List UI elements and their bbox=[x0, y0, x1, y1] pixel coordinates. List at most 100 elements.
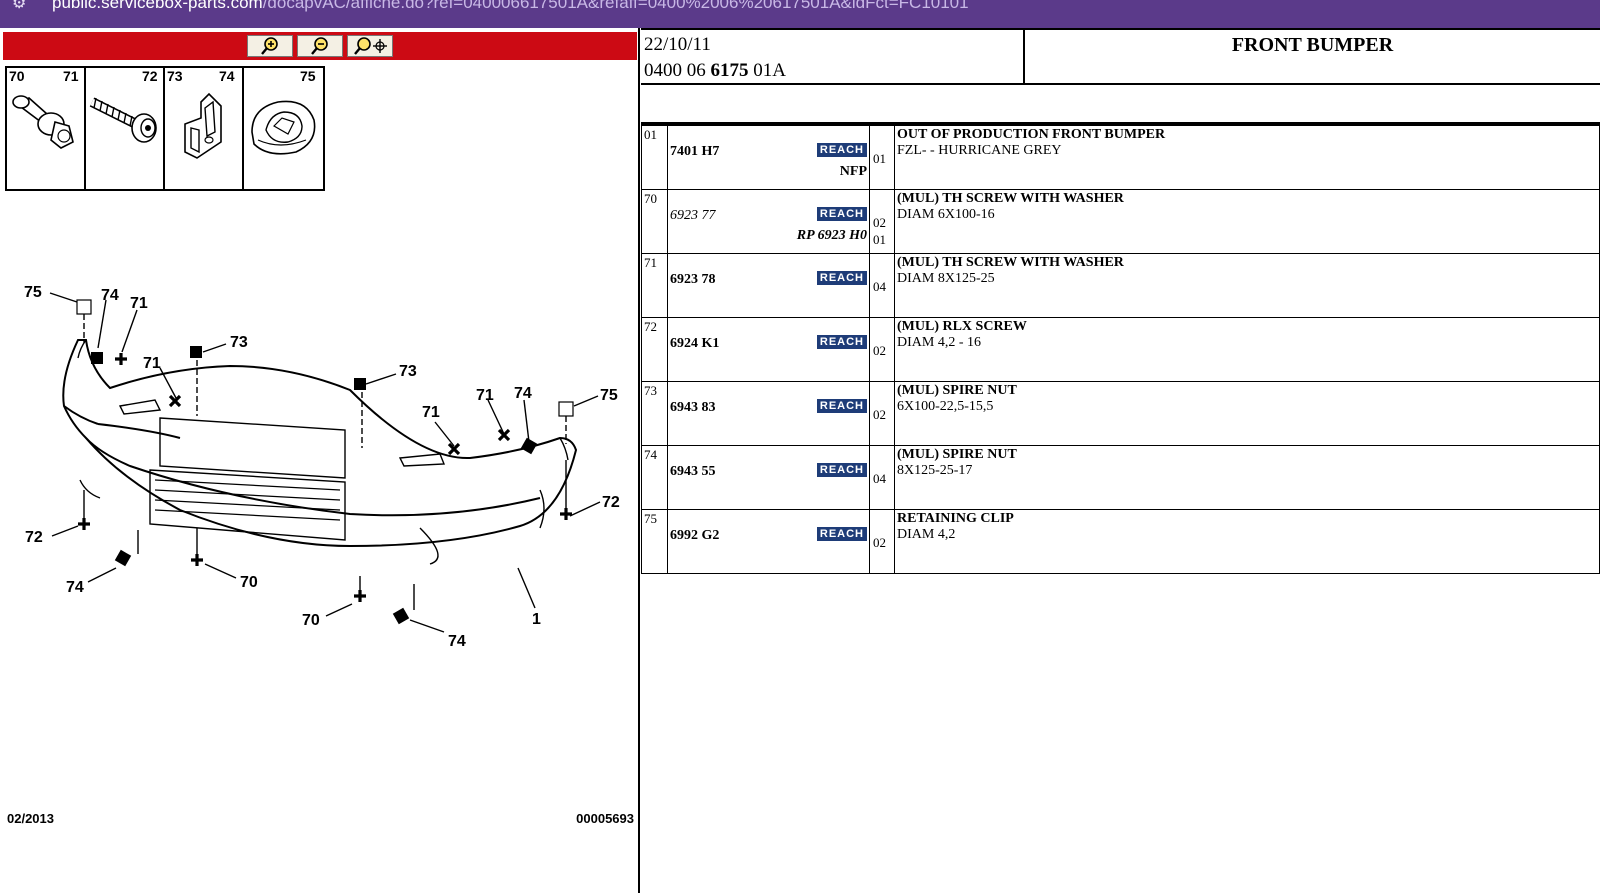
part-detail: DIAM 4,2 bbox=[897, 527, 956, 542]
callout-75: 75 bbox=[600, 387, 618, 404]
diagram-panel: 70 71 72 73 74 75 75 74 71 71 73 73 71 7… bbox=[0, 28, 640, 893]
retaining-clip-icon bbox=[251, 100, 316, 155]
zoom-in-icon bbox=[261, 37, 278, 55]
description-cell: RETAINING CLIP DIAM 4,2 bbox=[894, 509, 1600, 574]
thumb-label: 75 bbox=[300, 68, 316, 84]
quantity: 04 bbox=[873, 279, 886, 294]
table-row[interactable]: 70 6923 77 REACH RP 6923 H0 02 01 (MUL) TH SCR… bbox=[641, 189, 1600, 254]
part-description: OUT OF PRODUCTION FRONT BUMPER bbox=[897, 127, 1166, 142]
part-detail: DIAM 4,2 - 16 bbox=[897, 335, 981, 350]
part-reference-cell: 6943 55 REACH bbox=[667, 445, 870, 510]
catalog-date: 22/10/11 bbox=[644, 34, 711, 55]
quantity: 02 bbox=[873, 215, 886, 230]
thumb-label: 73 bbox=[167, 68, 183, 84]
site-settings-icon[interactable]: ⚙ bbox=[12, 0, 26, 12]
front-bumper-diagram[interactable]: 75 74 71 71 73 73 71 71 74 75 72 72 74 7… bbox=[0, 228, 640, 668]
part-description: (MUL) TH SCREW WITH WASHER bbox=[897, 191, 1124, 206]
description-cell: (MUL) SPIRE NUT 8X125-25-17 bbox=[894, 445, 1600, 510]
table-row[interactable]: 71 6923 78 REACH 04 (MUL) TH SCREW WITH WASH… bbox=[641, 253, 1600, 318]
url-path: /docapvAC/affiche.do?ref=040006617501A&r… bbox=[262, 0, 969, 12]
quantity: 04 bbox=[873, 471, 886, 486]
thumb-label: 70 bbox=[9, 68, 25, 84]
url-text[interactable]: public.servicebox-parts.com/docapvAC/aff… bbox=[52, 0, 969, 11]
thumb-label: 72 bbox=[142, 68, 158, 84]
callout-74: 74 bbox=[101, 287, 119, 304]
parts-header: 22/10/11 0400 06 6175 01A FRONT BUMPER bbox=[641, 28, 1600, 85]
ref-bold: 6175 bbox=[710, 60, 749, 81]
quantity-cell: 02 bbox=[869, 381, 895, 446]
item-number: 72 bbox=[641, 317, 668, 382]
part-number[interactable]: 6924 K1 bbox=[670, 336, 719, 352]
pan-button[interactable] bbox=[347, 35, 393, 57]
part-detail: 8X125-25-17 bbox=[897, 463, 973, 478]
part-reference-cell: 7401 H7 REACH NFP bbox=[667, 125, 870, 190]
substitute-quantity: 01 bbox=[873, 232, 886, 247]
thumb-75[interactable]: 75 bbox=[244, 68, 323, 189]
callout-1: 1 bbox=[532, 611, 541, 628]
thumb-label: 74 bbox=[219, 68, 235, 84]
header-spacer bbox=[641, 85, 1600, 125]
table-row[interactable]: 01 7401 H7 REACH NFP 01 OUT OF PRODUCTION FRO… bbox=[641, 125, 1600, 190]
thumb-label: 71 bbox=[63, 68, 79, 84]
quantity-cell: 02 bbox=[869, 509, 895, 574]
quantity: 01 bbox=[873, 151, 886, 166]
quantity-cell: 04 bbox=[869, 445, 895, 510]
part-substitute: NFP bbox=[839, 164, 867, 179]
part-detail: DIAM 6X100-16 bbox=[897, 207, 995, 222]
description-cell: OUT OF PRODUCTION FRONT BUMPER FZL- - HUR… bbox=[894, 125, 1600, 190]
part-detail: DIAM 8X125-25 bbox=[897, 271, 995, 286]
thumb-72[interactable]: 72 bbox=[86, 68, 165, 189]
part-number[interactable]: 6943 83 bbox=[670, 400, 716, 416]
table-row[interactable]: 74 6943 55 REACH 04 (MUL) SPIRE NUT 8X125-25-… bbox=[641, 445, 1600, 510]
callout-70: 70 bbox=[302, 612, 320, 629]
callout-70: 70 bbox=[240, 574, 258, 591]
quantity-cell: 04 bbox=[869, 253, 895, 318]
callout-71: 71 bbox=[130, 295, 148, 312]
diagram-toolbar bbox=[3, 32, 637, 60]
description-cell: (MUL) SPIRE NUT 6X100-22,5-15,5 bbox=[894, 381, 1600, 446]
self-tapping-screw-icon bbox=[89, 97, 157, 143]
callout-72: 72 bbox=[25, 529, 43, 546]
zoom-in-button[interactable] bbox=[247, 35, 293, 57]
item-number: 01 bbox=[641, 125, 668, 190]
part-reference-cell: 6923 77 REACH RP 6923 H0 bbox=[667, 189, 870, 254]
part-number[interactable]: 6923 78 bbox=[670, 272, 716, 288]
quantity: 02 bbox=[873, 535, 886, 550]
callout-74: 74 bbox=[66, 579, 84, 596]
part-description: (MUL) RLX SCREW bbox=[897, 319, 1027, 334]
reach-badge: REACH bbox=[816, 399, 867, 413]
bolt-washer-icon bbox=[12, 95, 74, 149]
reach-badge: REACH bbox=[816, 527, 867, 541]
callout-74: 74 bbox=[514, 385, 532, 402]
ref-prefix: 0400 06 bbox=[644, 60, 711, 81]
zoom-out-icon bbox=[311, 37, 328, 55]
item-number: 74 bbox=[641, 445, 668, 510]
pan-zoom-icon bbox=[354, 37, 387, 55]
reach-badge: REACH bbox=[816, 207, 867, 221]
callout-74: 74 bbox=[448, 633, 466, 650]
parts-list-panel: 22/10/11 0400 06 6175 01A FRONT BUMPER 0… bbox=[641, 28, 1600, 893]
callout-71: 71 bbox=[422, 404, 440, 421]
callout-72: 72 bbox=[602, 494, 620, 511]
part-description: (MUL) TH SCREW WITH WASHER bbox=[897, 255, 1124, 270]
quantity-cell: 02 01 bbox=[869, 189, 895, 254]
table-row[interactable]: 73 6943 83 REACH 02 (MUL) SPIRE NUT 6X100-22,… bbox=[641, 381, 1600, 446]
callout-71: 71 bbox=[143, 355, 161, 372]
part-number[interactable]: 7401 H7 bbox=[670, 144, 719, 160]
part-reference-cell: 6923 78 REACH bbox=[667, 253, 870, 318]
part-reference-cell: 6992 G2 REACH bbox=[667, 509, 870, 574]
thumb-70-71[interactable]: 70 71 bbox=[7, 68, 86, 189]
thumb-73-74[interactable]: 73 74 bbox=[165, 68, 244, 189]
part-reference-cell: 6943 83 REACH bbox=[667, 381, 870, 446]
address-bar[interactable]: ⚙ public.servicebox-parts.com/docapvAC/a… bbox=[0, 0, 1600, 28]
spire-nut-icon bbox=[184, 92, 222, 159]
callout-73: 73 bbox=[230, 334, 248, 351]
part-number[interactable]: 6943 55 bbox=[670, 464, 716, 480]
url-host: public.servicebox-parts.com bbox=[52, 0, 263, 12]
part-number[interactable]: 6992 G2 bbox=[670, 528, 719, 544]
part-number[interactable]: 6923 77 bbox=[670, 208, 716, 224]
table-row[interactable]: 72 6924 K1 REACH 02 (MUL) RLX SCREW DIAM 4,2 … bbox=[641, 317, 1600, 382]
fastener-thumbnails: 70 71 72 73 74 75 bbox=[5, 66, 325, 191]
table-row[interactable]: 75 6992 G2 REACH 02 RETAINING CLIP DIAM 4,2 bbox=[641, 509, 1600, 574]
zoom-out-button[interactable] bbox=[297, 35, 343, 57]
